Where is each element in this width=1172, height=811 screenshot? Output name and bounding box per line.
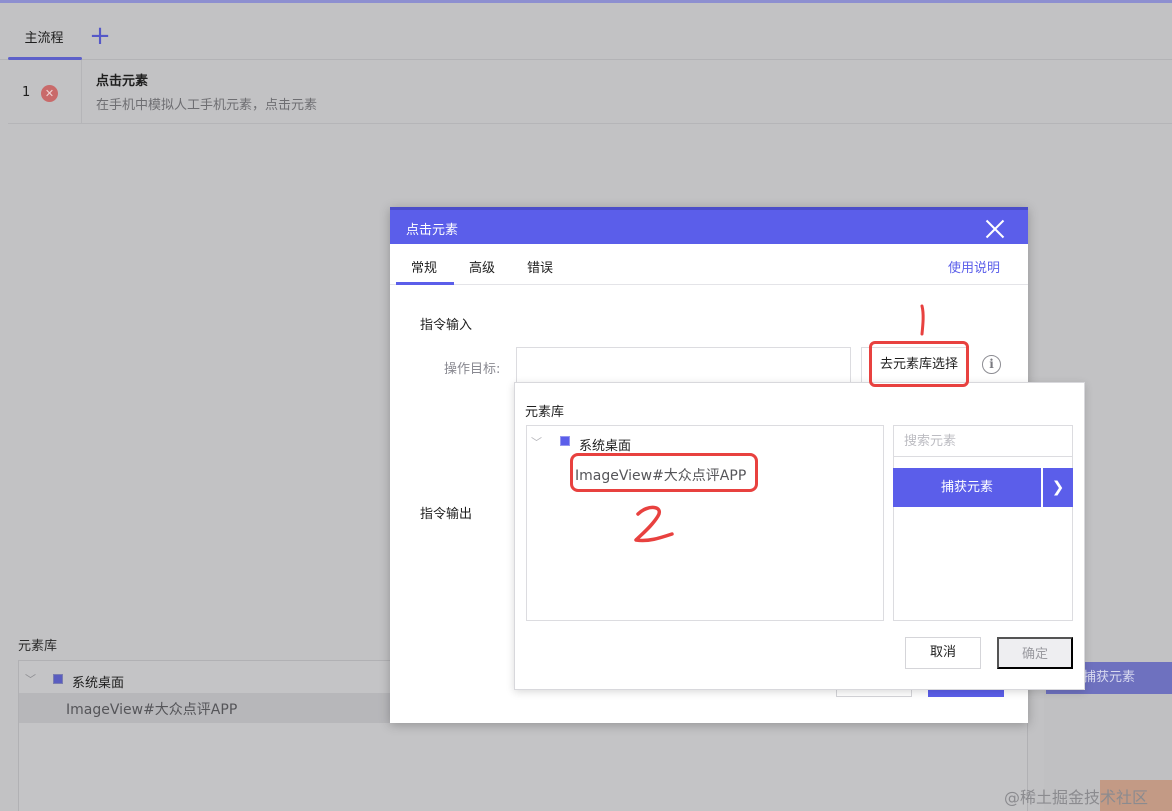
capture-element-button[interactable]: 捕获元素 (893, 468, 1041, 507)
popover-title: 元素库 (525, 405, 565, 420)
tab-error[interactable]: 错误 (527, 257, 553, 276)
ok-button[interactable]: 确定 (997, 637, 1073, 669)
element-library-popover: 元素库 ﹀ 系统桌面 ImageView#大众点评APP 捕获元素 ❯ 取消 确… (514, 382, 1085, 690)
annotation-box-2 (570, 453, 758, 492)
tab-main-flow-label: 主流程 (24, 31, 64, 46)
folder-icon (560, 436, 570, 446)
target-label: 操作目标: (444, 362, 501, 377)
step-title: 点击元素 (96, 74, 149, 89)
bg-library-label: 元素库 (18, 639, 58, 654)
chevron-right-icon[interactable]: ❯ (1042, 468, 1073, 507)
top-accent-line (0, 0, 1172, 3)
section-output-title: 指令输出 (420, 507, 473, 522)
chevron-down-icon[interactable]: ﹀ (531, 434, 542, 450)
chevron-down-icon[interactable]: ﹀ (25, 671, 36, 687)
tab-general[interactable]: 常规 (411, 257, 437, 276)
main-flow-tabbar: 主流程 + (0, 18, 1172, 60)
delete-step-icon[interactable]: ✕ (41, 85, 58, 102)
target-input[interactable] (516, 347, 851, 383)
dialog-title: 点击元素 (406, 223, 459, 238)
close-icon[interactable] (984, 218, 1006, 240)
section-input-title: 指令输入 (420, 318, 473, 333)
tab-advanced[interactable]: 高级 (469, 257, 495, 276)
step-description: 在手机中模拟人工手机元素，点击元素 (96, 98, 318, 113)
step-number: 1 (22, 85, 31, 100)
tree-root-label[interactable]: 系统桌面 (579, 435, 631, 454)
watermark-text: @稀土掘金技术社区 (1004, 788, 1149, 807)
annotation-number-1 (920, 304, 925, 336)
annotation-box-1 (869, 341, 969, 387)
bg-child-label: ImageView#大众点评APP (66, 702, 238, 718)
info-icon[interactable]: i (982, 355, 1001, 374)
search-input[interactable] (893, 425, 1073, 457)
bg-root-label: 系统桌面 (72, 676, 125, 691)
cancel-button[interactable]: 取消 (905, 637, 981, 669)
step-number-cell: 1 ✕ (8, 60, 82, 124)
dialog-header: 点击元素 (390, 207, 1028, 244)
folder-icon (53, 674, 63, 684)
dialog-tabbar: 常规 高级 错误 使用说明 (390, 244, 1028, 285)
step-row[interactable]: 1 ✕ 点击元素 在手机中模拟人工手机元素，点击元素 (8, 60, 1172, 124)
tab-main-flow[interactable]: 主流程 (10, 28, 78, 58)
annotation-number-2 (634, 505, 674, 543)
plus-icon[interactable]: + (88, 22, 112, 52)
tab-active-indicator (396, 282, 454, 285)
help-link[interactable]: 使用说明 (948, 257, 1000, 276)
